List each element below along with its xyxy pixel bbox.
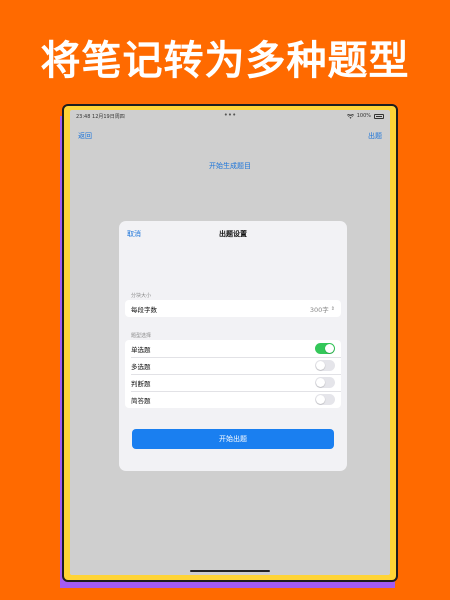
- wifi-icon: [346, 113, 354, 119]
- battery-percent: 100%: [356, 113, 371, 119]
- status-right: 100%: [346, 113, 384, 119]
- question-type-row[interactable]: 多选题: [125, 357, 341, 374]
- chunk-size-value: 300字: [309, 305, 329, 314]
- home-indicator[interactable]: [190, 570, 270, 572]
- start-quiz-button[interactable]: 开始出题: [132, 429, 334, 449]
- toggle-knob: [325, 344, 334, 353]
- generate-questions-button[interactable]: 出题: [368, 131, 382, 141]
- tablet-frame: 23:48 12月19日周四 ••• 100% 返回 出题 开始生成题目 取消 …: [62, 104, 398, 582]
- multiple-choice-toggle[interactable]: [315, 360, 335, 371]
- question-type-row[interactable]: 判断题: [125, 374, 341, 391]
- toggle-knob: [316, 361, 325, 370]
- question-type-row[interactable]: 简答题: [125, 391, 341, 408]
- back-button[interactable]: 返回: [78, 131, 92, 141]
- chunk-size-row[interactable]: 每段字数 300字 ⇕: [125, 300, 341, 317]
- chunk-size-label: 每段字数: [131, 305, 157, 314]
- chevron-up-down-icon: ⇕: [330, 305, 335, 312]
- question-type-row[interactable]: 单选题: [125, 340, 341, 357]
- question-type-label: 单选题: [131, 345, 151, 354]
- chunk-size-stepper[interactable]: 300字 ⇕: [310, 304, 335, 314]
- status-bar: 23:48 12月19日周四 ••• 100%: [70, 110, 390, 124]
- date-text: 12月19日周四: [92, 114, 125, 120]
- question-type-group: 单选题 多选题 判断题 简答题: [125, 340, 341, 408]
- question-type-section-label: 题型选择: [131, 333, 152, 339]
- chunk-size-group: 每段字数 300字 ⇕: [125, 300, 341, 317]
- single-choice-toggle[interactable]: [315, 343, 335, 354]
- time-text: 23:48: [76, 114, 91, 120]
- question-type-label: 简答题: [131, 396, 151, 405]
- headline: 将笔记转为多种题型: [40, 38, 410, 84]
- question-type-label: 判断题: [131, 379, 151, 388]
- true-false-toggle[interactable]: [315, 377, 335, 388]
- battery-icon: [374, 113, 384, 119]
- settings-modal: 取消 出题设置 分块大小 每段字数 300字 ⇕ 题型选择 单选题 多选题 判断…: [119, 221, 347, 471]
- chunk-size-section-label: 分块大小: [131, 293, 152, 299]
- modal-header: 取消 出题设置: [119, 221, 347, 245]
- toggle-knob: [316, 395, 325, 404]
- status-time: 23:48 12月19日周四: [76, 113, 125, 120]
- question-type-label: 多选题: [131, 362, 151, 371]
- short-answer-toggle[interactable]: [315, 394, 335, 405]
- toggle-knob: [316, 378, 325, 387]
- app-screen: 23:48 12月19日周四 ••• 100% 返回 出题 开始生成题目 取消 …: [70, 110, 390, 575]
- multitasking-dots[interactable]: •••: [224, 111, 236, 119]
- modal-title: 出题设置: [219, 230, 247, 238]
- start-generate-link[interactable]: 开始生成题目: [70, 161, 390, 171]
